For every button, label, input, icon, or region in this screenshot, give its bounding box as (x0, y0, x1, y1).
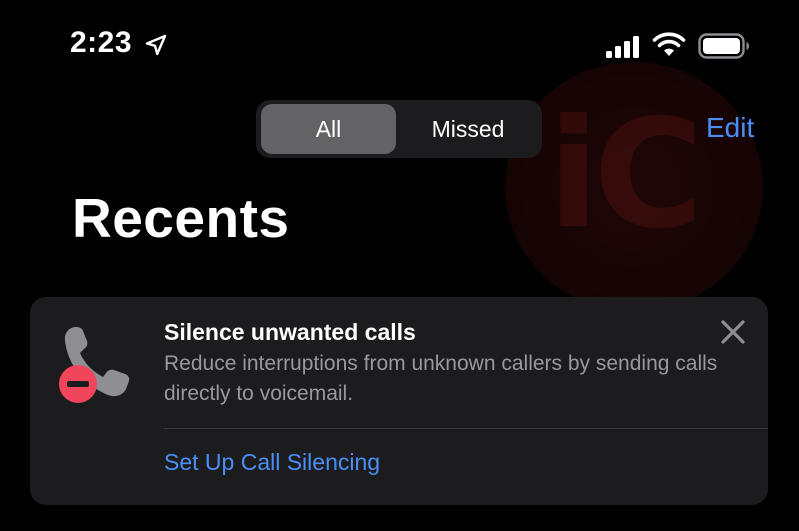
phone-screen: iC 2:23 All Missed Edit Recents Silence … (0, 0, 799, 531)
page-title: Recents (72, 187, 290, 249)
silence-calls-card: Silence unwanted calls Reduce interrupti… (30, 297, 768, 505)
card-title: Silence unwanted calls (164, 319, 416, 345)
close-icon[interactable] (720, 319, 746, 345)
card-description: Reduce interruptions from unknown caller… (164, 352, 718, 405)
recents-filter-segmented-control: All Missed (256, 100, 542, 158)
wifi-icon (652, 32, 686, 56)
watermark-text: iC (548, 88, 703, 262)
edit-button[interactable]: Edit (706, 112, 754, 144)
card-divider (164, 428, 768, 429)
phone-silence-icon (59, 327, 130, 403)
cellular-signal-icon (606, 36, 639, 58)
location-arrow-icon (145, 34, 167, 56)
set-up-call-silencing-button[interactable]: Set Up Call Silencing (164, 449, 380, 476)
status-time: 2:23 (70, 26, 133, 59)
battery-icon (698, 33, 749, 59)
segment-all[interactable]: All (261, 104, 396, 154)
segment-missed[interactable]: Missed (398, 104, 538, 154)
